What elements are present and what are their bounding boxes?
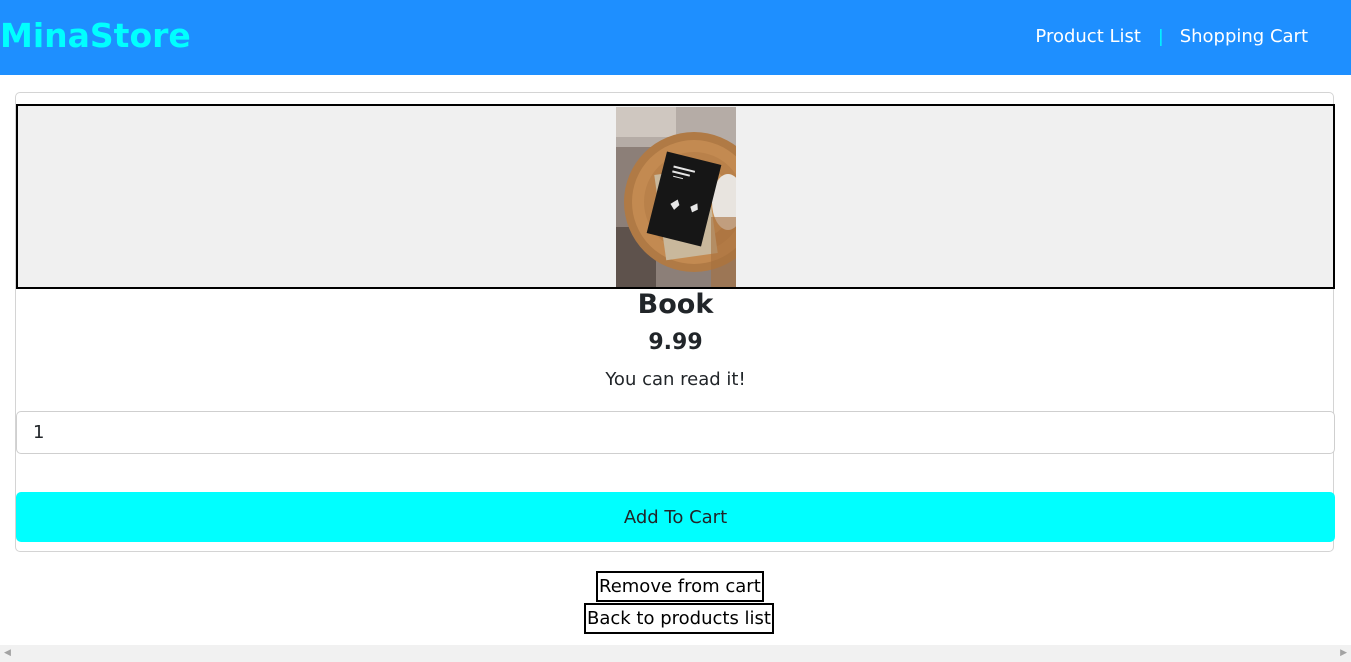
nav-separator: | [1157,27,1164,47]
nav-shopping-cart-link[interactable]: Shopping Cart [1180,25,1308,49]
product-image [616,107,736,287]
quantity-input[interactable] [16,411,1335,454]
product-image-frame [16,104,1335,289]
scroll-right-arrow-icon[interactable]: ▶ [1340,649,1347,658]
product-description: You can read it! [605,369,746,390]
remove-from-cart-button[interactable]: Remove from cart [596,571,764,602]
scroll-left-arrow-icon[interactable]: ◀ [4,649,11,658]
horizontal-scrollbar[interactable]: ◀ ▶ [0,645,1351,662]
product-name: Book [637,289,714,320]
nav-product-list-link[interactable]: Product List [1035,25,1141,49]
product-price: 9.99 [648,330,703,355]
top-navbar: MinaStore Product List | Shopping Cart [0,0,1351,75]
add-to-cart-button[interactable]: Add To Cart [16,492,1335,542]
back-to-products-button[interactable]: Back to products list [584,603,774,634]
nav-links: Product List | Shopping Cart [1035,25,1308,49]
brand-logo[interactable]: MinaStore [0,14,191,58]
